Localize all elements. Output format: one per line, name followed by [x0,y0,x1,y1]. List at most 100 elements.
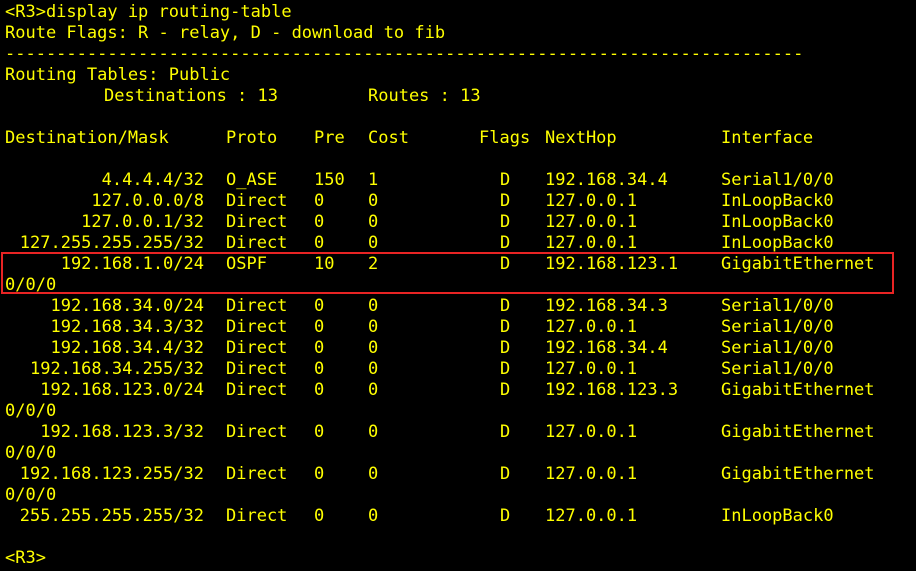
route-row: 4.4.4.4/32 O_ASE 150 1 D 192.168.34.4 Serial1/… [0,170,916,191]
route-row: 192.168.34.3/32 Direct 0 0 D 127.0.0.1 Serial1… [0,317,916,338]
route-nexthop: 127.0.0.1 [545,506,638,526]
route-proto: Direct [226,506,288,526]
route-cost: 0 [368,506,379,526]
route-interface: InLoopBack0 [721,212,834,232]
route-row: 192.168.123.0/24 Direct 0 0 D 192.168.123.3 Gi… [0,380,916,401]
route-interface: InLoopBack0 [721,191,834,211]
route-cost: 0 [368,233,379,253]
route-proto: Direct [226,359,288,379]
final-prompt[interactable]: <R3> [5,548,46,569]
route-preference: 0 [314,212,325,232]
route-flags: D [500,422,511,442]
route-interface: GigabitEthernet [721,464,875,484]
route-flags: D [500,233,511,253]
route-destination: 192.168.123.3/32 [40,422,204,442]
route-proto: Direct [226,191,288,211]
route-preference: 0 [314,191,325,211]
route-preference: 0 [314,422,325,442]
header-nexthop: NextHop [545,128,617,148]
header-destination: Destination/Mask [5,128,169,148]
route-row: 192.168.34.0/24 Direct 0 0 D 192.168.34.3 Seri… [0,296,916,317]
terminal-window[interactable]: <R3>display ip routing-table Route Flags… [0,0,916,571]
route-nexthop: 127.0.0.1 [545,317,638,337]
route-flags: D [500,212,511,232]
route-destination: 192.168.123.255/32 [19,464,204,484]
route-row: 192.168.123.255/32 Direct 0 0 D 127.0.0.1 Giga… [0,464,916,485]
route-destination: 192.168.34.255/32 [30,359,204,379]
route-cost: 0 [368,359,379,379]
route-nexthop: 127.0.0.1 [545,422,638,442]
route-destination: 192.168.123.0/24 [40,380,204,400]
route-nexthop: 127.0.0.1 [545,233,638,253]
route-flags: D [500,464,511,484]
route-preference: 0 [314,359,325,379]
route-flags: D [500,254,511,274]
route-proto: Direct [226,338,288,358]
route-destination: 4.4.4.4/32 [101,170,204,190]
route-row: 127.0.0.1/32 Direct 0 0 D 127.0.0.1 InLoopBack… [0,212,916,233]
routes-count: Routes : 13 [368,86,481,106]
route-cost: 0 [368,464,379,484]
route-proto: Direct [226,296,288,316]
table-title: Routing Tables: Public [5,65,231,85]
route-proto: Direct [226,422,288,442]
route-destination: 127.0.0.1/32 [81,212,204,232]
route-destination: 127.255.255.255/32 [19,233,204,253]
route-flags: D [500,170,511,190]
header-cost: Cost [368,128,409,148]
route-proto: Direct [226,317,288,337]
route-nexthop: 192.168.123.3 [545,380,679,400]
header-interface: Interface [721,128,814,148]
route-destination: 192.168.34.4/32 [50,338,204,358]
route-destination: 192.168.1.0/24 [60,254,204,274]
route-row: 192.168.34.4/32 Direct 0 0 D 192.168.34.4 Seri… [0,338,916,359]
route-cost: 0 [368,317,379,337]
route-proto: Direct [226,233,288,253]
route-interface: Serial1/0/0 [721,296,834,316]
route-nexthop: 127.0.0.1 [545,191,638,211]
route-interface: GigabitEthernet [721,254,875,274]
route-cost: 0 [368,338,379,358]
route-nexthop: 192.168.34.4 [545,170,668,190]
route-nexthop: 192.168.123.1 [545,254,679,274]
route-row: 192.168.1.0/24 OSPF 10 2 D 192.168.123.1 Gigab… [0,254,916,275]
route-flags: D [500,296,511,316]
header-proto: Proto [226,128,278,148]
route-proto: Direct [226,212,288,232]
route-cost: 0 [368,212,379,232]
route-nexthop: 192.168.34.3 [545,296,668,316]
route-row: 127.255.255.255/32 Direct 0 0 D 127.0.0.1 InLo… [0,233,916,254]
route-cost: 0 [368,422,379,442]
route-row: 127.0.0.0/8 Direct 0 0 D 127.0.0.1 InLoopBack0 [0,191,916,212]
header-flags: Flags [479,128,531,148]
route-row: 192.168.34.255/32 Direct 0 0 D 127.0.0.1 Seria… [0,359,916,380]
route-row: 192.168.123.3/32 Direct 0 0 D 127.0.0.1 Gigabi… [0,422,916,443]
route-preference: 0 [314,233,325,253]
route-proto: O_ASE [226,170,278,190]
route-flags: D [500,317,511,337]
route-preference: 0 [314,506,325,526]
route-proto: Direct [226,380,288,400]
route-cost: 2 [368,254,379,274]
route-row: 255.255.255.255/32 Direct 0 0 D 127.0.0.1 InLo… [0,506,916,527]
route-preference: 0 [314,296,325,316]
route-preference: 0 [314,338,325,358]
route-interface: Serial1/0/0 [721,170,834,190]
route-interface-continuation: 0/0/0 [5,443,57,463]
route-flags: D [500,191,511,211]
route-preference: 0 [314,380,325,400]
route-interface: InLoopBack0 [721,506,834,526]
route-destination: 192.168.34.0/24 [50,296,204,316]
route-proto: OSPF [226,254,267,274]
route-interface-continuation: 0/0/0 [5,485,57,505]
route-interface: InLoopBack0 [721,233,834,253]
route-flags: D [500,380,511,400]
route-flags: D [500,338,511,358]
route-nexthop: 192.168.34.4 [545,338,668,358]
route-preference: 0 [314,317,325,337]
route-nexthop: 127.0.0.1 [545,359,638,379]
separator-line: ----------------------------------------… [5,44,804,64]
route-proto: Direct [226,464,288,484]
route-interface-continuation: 0/0/0 [5,401,57,421]
route-flags: D [500,506,511,526]
